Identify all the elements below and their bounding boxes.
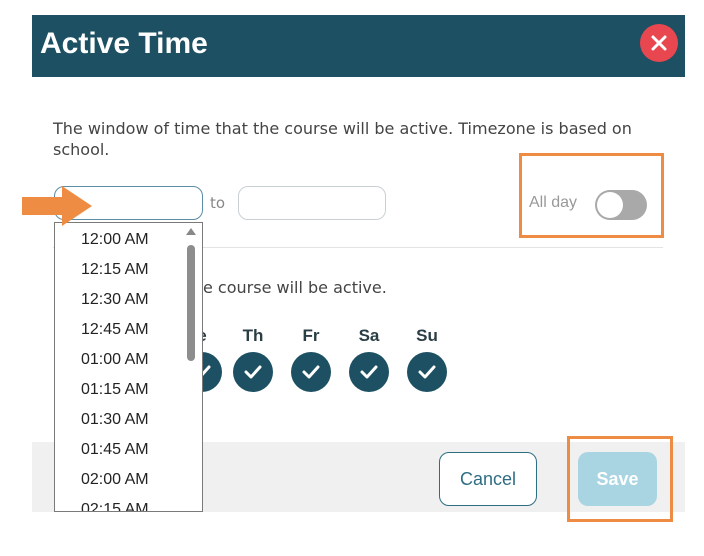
arrow-right-icon: [22, 186, 92, 226]
day-label: Su: [416, 326, 438, 345]
close-button[interactable]: [640, 24, 678, 62]
time-option-list: 12:00 AM 12:15 AM 12:30 AM 12:45 AM 01:0…: [55, 225, 187, 511]
cancel-button[interactable]: Cancel: [439, 452, 537, 506]
time-dropdown[interactable]: 12:00 AM 12:15 AM 12:30 AM 12:45 AM 01:0…: [54, 222, 203, 512]
day-sunday[interactable]: Su: [405, 326, 449, 392]
dialog-header: Active Time: [32, 15, 685, 77]
time-option[interactable]: 12:00 AM: [55, 225, 187, 255]
day-label: Fr: [302, 326, 320, 345]
time-option[interactable]: 01:00 AM: [55, 345, 187, 375]
check-icon: [244, 365, 262, 379]
scrollbar-thumb[interactable]: [187, 245, 195, 361]
check-icon: [302, 365, 320, 379]
check-icon: [418, 365, 436, 379]
day-thursday[interactable]: Th: [231, 326, 275, 392]
time-option[interactable]: 02:15 AM: [55, 495, 187, 511]
time-option[interactable]: 12:45 AM: [55, 315, 187, 345]
dialog-title: Active Time: [40, 27, 208, 60]
day-check[interactable]: [291, 352, 331, 392]
check-icon: [360, 365, 378, 379]
day-check[interactable]: [349, 352, 389, 392]
highlight-box-all-day: [519, 153, 664, 238]
scroll-up-arrow-icon[interactable]: [186, 228, 196, 235]
time-option[interactable]: 12:15 AM: [55, 255, 187, 285]
days-description: e course will be active.: [203, 278, 387, 297]
day-check[interactable]: [407, 352, 447, 392]
time-option[interactable]: 02:00 AM: [55, 465, 187, 495]
time-option[interactable]: 12:30 AM: [55, 285, 187, 315]
day-label: Th: [242, 326, 264, 345]
day-friday[interactable]: Fr: [289, 326, 333, 392]
day-check[interactable]: [233, 352, 273, 392]
day-saturday[interactable]: Sa: [347, 326, 391, 392]
to-label: to: [210, 194, 226, 212]
end-time-input[interactable]: [238, 186, 386, 220]
time-option[interactable]: 01:15 AM: [55, 375, 187, 405]
highlight-box-save: [567, 436, 673, 522]
close-icon: [651, 35, 667, 51]
time-option[interactable]: 01:30 AM: [55, 405, 187, 435]
time-option[interactable]: 01:45 AM: [55, 435, 187, 465]
day-label: Sa: [358, 326, 380, 345]
